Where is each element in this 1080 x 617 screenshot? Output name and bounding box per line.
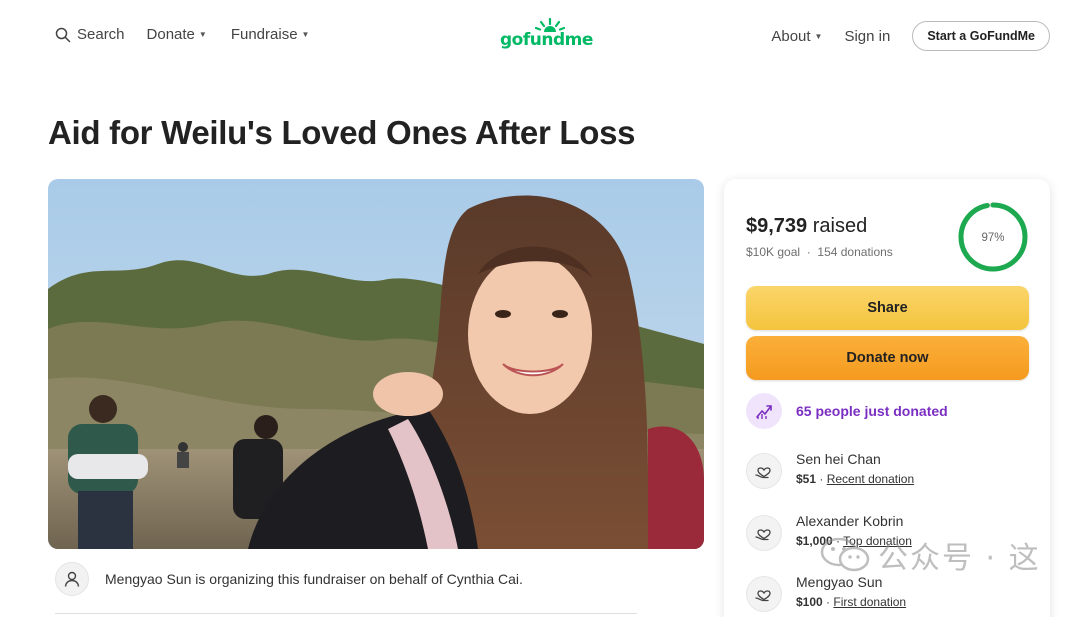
donation-count: 154 donations xyxy=(817,245,893,259)
sign-in-label: Sign in xyxy=(844,27,891,45)
search-label: Search xyxy=(77,26,125,43)
goal-separator: · xyxy=(806,245,811,259)
donor-name: Sen hei Chan xyxy=(796,451,881,467)
logo-text: gofundme xyxy=(500,30,593,50)
donor-meta: $100 · First donation xyxy=(796,595,906,609)
donor-separator: · xyxy=(826,595,831,609)
trending-up-icon xyxy=(746,393,782,429)
page-title: Aid for Weilu's Loved Ones After Loss xyxy=(48,114,636,151)
campaign-photo-image xyxy=(48,179,704,549)
campaign-photo xyxy=(48,179,704,549)
sign-in-link[interactable]: Sign in xyxy=(844,28,890,45)
top-nav: Search Donate ▼ Fundraise ▼ gofundme Abo… xyxy=(0,0,1080,72)
donor-meta: $51 · Recent donation xyxy=(796,472,914,486)
donor-amount: $100 xyxy=(796,595,823,609)
heart-hand-icon xyxy=(746,576,782,612)
fundraise-menu[interactable]: Fundraise ▼ xyxy=(231,26,310,43)
donate-menu-label: Donate xyxy=(146,26,195,43)
nav-right: About ▼ Sign in Start a GoFundMe xyxy=(771,21,1050,51)
just-donated-text: 65 people just donated xyxy=(796,403,948,419)
divider xyxy=(55,613,637,614)
donor-amount: $51 xyxy=(796,472,817,486)
donor-separator: · xyxy=(819,472,824,486)
goal-text: $10K goal xyxy=(746,245,801,259)
progress-ring: 97% xyxy=(958,202,1028,272)
donate-now-button[interactable]: Donate now xyxy=(746,336,1029,380)
donor-tag-link[interactable]: Recent donation xyxy=(827,472,914,486)
about-label: About xyxy=(771,27,811,45)
chevron-down-icon: ▼ xyxy=(301,30,310,39)
user-icon xyxy=(55,562,89,596)
donor-tag-link[interactable]: First donation xyxy=(833,595,906,609)
wechat-icon xyxy=(820,538,870,572)
raised-word: raised xyxy=(812,215,868,237)
wechat-watermark: 公众号 · 这 xyxy=(820,533,1041,577)
donor-item: Sen hei Chan $51 · Recent donation xyxy=(746,451,914,489)
search-icon xyxy=(55,27,71,42)
heart-hand-icon xyxy=(746,453,782,489)
donor-name: Alexander Kobrin xyxy=(796,513,904,529)
about-menu[interactable]: About ▼ xyxy=(771,28,822,45)
goal-line: $10K goal · 154 donations xyxy=(746,245,893,259)
watermark-text: 公众号 · 这 xyxy=(878,541,1041,576)
start-gofundme-button[interactable]: Start a GoFundMe xyxy=(912,21,1050,51)
search-link[interactable]: Search xyxy=(55,26,125,43)
organizer-row: Mengyao Sun is organizing this fundraise… xyxy=(55,562,523,596)
chevron-down-icon: ▼ xyxy=(814,31,823,41)
chevron-down-icon: ▼ xyxy=(198,30,207,39)
nav-left: Search Donate ▼ Fundraise ▼ xyxy=(55,26,309,43)
gofundme-logo[interactable]: gofundme xyxy=(500,18,600,54)
share-button[interactable]: Share xyxy=(746,286,1029,330)
raised-amount: $9,739 raised xyxy=(746,215,867,238)
donor-item: Mengyao Sun $100 · First donation xyxy=(746,574,906,612)
just-donated-row: 65 people just donated xyxy=(746,393,948,429)
fundraise-menu-label: Fundraise xyxy=(230,26,298,43)
donate-menu[interactable]: Donate ▼ xyxy=(147,26,207,43)
progress-percent: 97% xyxy=(981,232,1004,244)
heart-hand-icon xyxy=(746,515,782,551)
organizer-text: Mengyao Sun is organizing this fundraise… xyxy=(105,571,523,587)
raised-value: $9,739 xyxy=(746,215,808,237)
